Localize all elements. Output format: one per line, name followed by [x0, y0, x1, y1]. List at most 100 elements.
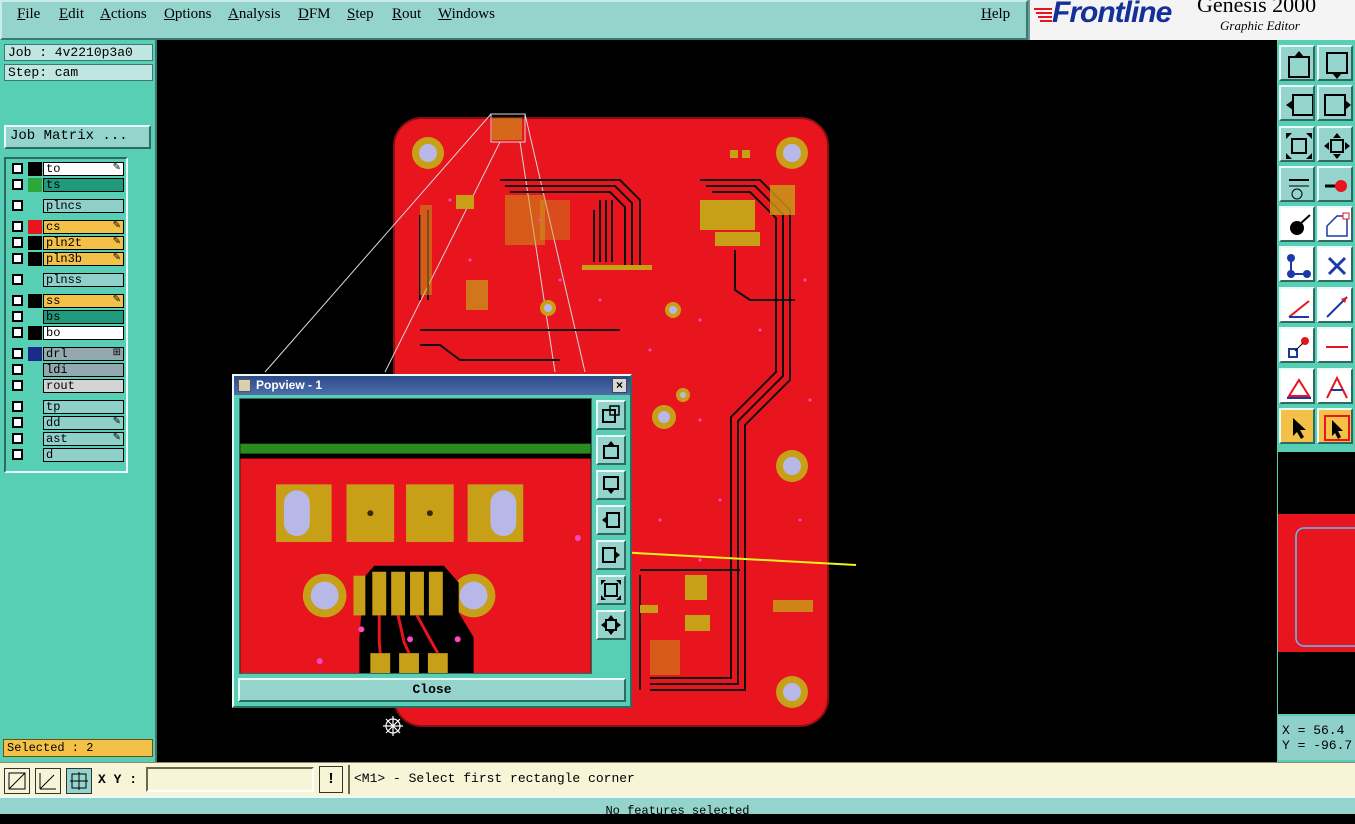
layer-checkbox[interactable] — [12, 348, 23, 359]
layer-checkbox[interactable] — [12, 179, 23, 190]
layer-checkbox[interactable] — [12, 433, 23, 444]
layer-color-swatch[interactable] — [28, 162, 42, 176]
layer-color-swatch[interactable] — [28, 273, 42, 287]
probe-button[interactable] — [1317, 166, 1353, 202]
layer-color-swatch[interactable] — [28, 236, 42, 250]
popview-zoom-fit-button[interactable] — [596, 575, 626, 605]
layer-name[interactable]: dd ✎ — [43, 416, 124, 430]
popview-close-x-button[interactable]: × — [612, 378, 627, 393]
popview-pan-left-button[interactable] — [596, 505, 626, 535]
popview-title[interactable]: Popview - 1 — [234, 376, 630, 395]
layer-row-plnss[interactable]: plnss — [8, 273, 126, 287]
pointer-button[interactable] — [1279, 408, 1315, 444]
net-button[interactable] — [1279, 246, 1315, 282]
layer-color-swatch[interactable] — [28, 252, 42, 266]
snap-button[interactable] — [1317, 206, 1353, 242]
zoom-window-button[interactable] — [1317, 126, 1353, 162]
pointer-box-button[interactable] — [1317, 408, 1353, 444]
layer-row-pln3b[interactable]: pln3b ✎ — [8, 252, 126, 266]
layer-checkbox[interactable] — [12, 163, 23, 174]
pan-right-button[interactable] — [1317, 85, 1353, 121]
layer-color-swatch[interactable] — [28, 294, 42, 308]
layer-row-ts[interactable]: ts — [8, 178, 126, 192]
snap-center-button[interactable] — [66, 768, 92, 794]
layer-color-swatch[interactable] — [28, 310, 42, 324]
layer-row-ldi[interactable]: ldi — [8, 363, 126, 377]
layer-checkbox[interactable] — [12, 274, 23, 285]
layer-name[interactable]: ast ✎ — [43, 432, 124, 446]
select-button[interactable] — [1279, 206, 1315, 242]
menu-step[interactable]: Step — [347, 6, 374, 23]
menu-edit[interactable]: Edit — [59, 6, 84, 23]
layer-checkbox[interactable] — [12, 364, 23, 375]
menu-windows[interactable]: Windows — [438, 6, 495, 23]
layer-color-swatch[interactable] — [28, 400, 42, 414]
layer-color-swatch[interactable] — [28, 432, 42, 446]
layer-row-rout[interactable]: rout — [8, 379, 126, 393]
menu-help[interactable]: Help — [981, 6, 1010, 23]
layer-name[interactable]: plnss — [43, 273, 124, 287]
layer-color-swatch[interactable] — [28, 416, 42, 430]
layer-row-cs[interactable]: cs ✎ — [8, 220, 126, 234]
layer-name[interactable]: ts — [43, 178, 124, 192]
layer-row-d[interactable]: d — [8, 448, 126, 462]
layer-checkbox[interactable] — [12, 449, 23, 460]
layer-name[interactable]: ss ✎ — [43, 294, 124, 308]
layer-name[interactable]: plncs — [43, 199, 124, 213]
popview-zoom-view[interactable] — [239, 398, 592, 674]
layer-name[interactable]: pln3b ✎ — [43, 252, 124, 266]
layer-row-bs[interactable]: bs — [8, 310, 126, 324]
layer-checkbox[interactable] — [12, 327, 23, 338]
snap-angle-button[interactable] — [35, 768, 61, 794]
zoom-home-button[interactable] — [1317, 45, 1353, 81]
layer-name[interactable]: d — [43, 448, 124, 462]
layer-name[interactable]: ldi — [43, 363, 124, 377]
triangle-select-button[interactable] — [1317, 368, 1353, 404]
popview-zoom-in-button[interactable] — [596, 400, 626, 430]
zoom-all-button[interactable] — [1279, 126, 1315, 162]
pan-left-button[interactable] — [1279, 85, 1315, 121]
menu-options[interactable]: Options — [164, 6, 212, 23]
layer-color-swatch[interactable] — [28, 178, 42, 192]
measure-button[interactable] — [1279, 166, 1315, 202]
layer-color-swatch[interactable] — [28, 347, 42, 361]
menu-actions[interactable]: Actions — [100, 6, 147, 23]
layer-row-pln2t[interactable]: pln2t ✎ — [8, 236, 126, 250]
layer-row-plncs[interactable]: plncs — [8, 199, 126, 213]
layer-checkbox[interactable] — [12, 311, 23, 322]
layer-color-swatch[interactable] — [28, 326, 42, 340]
arrow-line-button[interactable] — [1317, 287, 1353, 323]
cross-button[interactable] — [1317, 246, 1353, 282]
connect-button[interactable] — [1279, 327, 1315, 363]
layer-row-tp[interactable]: tp — [8, 400, 126, 414]
layer-name[interactable]: pln2t ✎ — [43, 236, 124, 250]
layer-name[interactable]: rout — [43, 379, 124, 393]
triangle-button[interactable] — [1279, 368, 1315, 404]
layer-name[interactable]: drl ⊞ — [43, 347, 124, 361]
layer-checkbox[interactable] — [12, 237, 23, 248]
warning-button[interactable]: ! — [319, 766, 343, 793]
layer-name[interactable]: bo — [43, 326, 124, 340]
menu-analysis[interactable]: Analysis — [228, 6, 281, 23]
snap-grid-button[interactable] — [4, 768, 30, 794]
menu-rout[interactable]: Rout — [392, 6, 421, 23]
popview-pan-down-button[interactable] — [596, 470, 626, 500]
layer-color-swatch[interactable] — [28, 363, 42, 377]
layer-color-swatch[interactable] — [28, 199, 42, 213]
layer-checkbox[interactable] — [12, 417, 23, 428]
layer-checkbox[interactable] — [12, 380, 23, 391]
layer-name[interactable]: bs — [43, 310, 124, 324]
job-matrix-button[interactable]: Job Matrix ... — [4, 125, 151, 149]
layer-name[interactable]: tp — [43, 400, 124, 414]
layer-row-bo[interactable]: bo — [8, 326, 126, 340]
layer-row-drl[interactable]: drl ⊞ — [8, 347, 126, 361]
layer-row-to[interactable]: to ✎ — [8, 162, 126, 176]
layer-checkbox[interactable] — [12, 253, 23, 264]
menu-dfm[interactable]: DFM — [298, 6, 331, 23]
layer-color-swatch[interactable] — [28, 220, 42, 234]
layer-row-ss[interactable]: ss ✎ — [8, 294, 126, 308]
minus-button[interactable] — [1317, 327, 1353, 363]
menu-file[interactable]: File — [17, 6, 40, 23]
layer-color-swatch[interactable] — [28, 448, 42, 462]
layer-checkbox[interactable] — [12, 401, 23, 412]
